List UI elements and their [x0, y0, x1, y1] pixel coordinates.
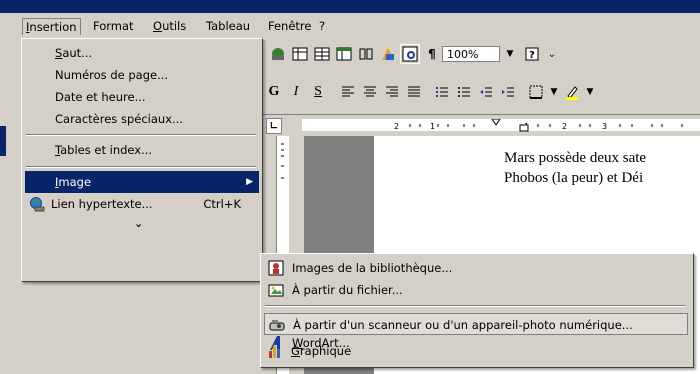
columns-icon[interactable] [356, 44, 376, 64]
svg-text:?: ? [529, 50, 535, 61]
double-chevron-down-icon[interactable]: ⌄ [134, 217, 143, 230]
submenu-arrow-icon: ▶ [246, 177, 253, 187]
tab-selector-icon[interactable]: ∟ [266, 118, 282, 134]
image-submenu: Images de la bibliothèque... À partir du… [260, 253, 694, 368]
picture-file-icon [268, 282, 284, 298]
borders-icon[interactable] [526, 82, 546, 102]
align-left-icon[interactable] [338, 82, 358, 102]
insert-table-icon[interactable] [290, 44, 310, 64]
toolbars: ¶ 100% ▼ ? ⌄ G I S ▼ ▼ [260, 38, 700, 112]
menu-separator [26, 166, 256, 168]
justify-icon[interactable] [404, 82, 424, 102]
menu-item-label: Numéros de page... [55, 68, 169, 82]
document-line-1: Mars possède deux sate [504, 150, 647, 166]
svg-text:3: 3 [602, 122, 607, 131]
underline-button[interactable]: S [308, 82, 328, 102]
highlight-dropdown-icon[interactable]: ▼ [580, 82, 600, 102]
menu-item-label: Image [55, 175, 92, 189]
svg-text:1: 1 [430, 122, 435, 131]
autoshapes-icon [268, 313, 284, 329]
menu-item-caracteres-speciaux[interactable]: Caractères spéciaux... [25, 108, 259, 130]
zoom-field[interactable]: 100% [442, 46, 500, 62]
menu-item-label: Saut... [55, 46, 93, 60]
menu-item-shortcut: Ctrl+K [203, 197, 241, 211]
svg-text:2: 2 [562, 122, 567, 131]
toolbar-options-icon[interactable]: ⌄ [542, 44, 562, 64]
submenu-item-bibliotheque[interactable]: Images de la bibliothèque... [264, 257, 690, 279]
zoom-dropdown-icon[interactable]: ▼ [500, 44, 520, 64]
drawing-icon[interactable] [378, 44, 398, 64]
menu-help[interactable]: ? [316, 18, 328, 34]
submenu-item-fichier[interactable]: À partir du fichier... [264, 279, 690, 301]
menu-item-lien-hypertexte[interactable]: Lien hypertexte... Ctrl+K [25, 193, 259, 215]
submenu-item-formes-automatiques[interactable]: Formes automatiques [264, 310, 690, 332]
submenu-item-label: À partir du fichier... [292, 283, 403, 297]
insertion-menu: Saut... Numéros de page... Date et heure… [21, 38, 263, 282]
svg-text:2: 2 [394, 122, 399, 131]
menu-item-image[interactable]: Image ▶ [25, 171, 259, 193]
bold-button[interactable]: G [264, 82, 284, 102]
decrease-indent-icon[interactable] [476, 82, 496, 102]
italic-button[interactable]: I [286, 82, 306, 102]
highlight-icon[interactable] [562, 82, 582, 102]
menu-fenetre[interactable]: Fenêtre [265, 18, 314, 34]
menu-item-label: Lien hypertexte... [51, 197, 153, 211]
horizontal-ruler[interactable]: ∟ 21123 [262, 114, 700, 137]
bullet-list-icon[interactable] [454, 82, 474, 102]
menu-item-label: Date et heure... [55, 90, 146, 104]
web-globe-icon[interactable] [268, 44, 288, 64]
hyperlink-globe-icon [29, 196, 45, 212]
vertical-ruler-ticks [281, 143, 284, 179]
clipart-icon [268, 260, 284, 276]
borders-dropdown-icon[interactable]: ▼ [544, 82, 564, 102]
title-bar [0, 0, 700, 13]
menu-item-label: Tables et index... [55, 143, 153, 157]
numbered-list-icon[interactable] [432, 82, 452, 102]
menu-format[interactable]: Format [90, 18, 137, 34]
menu-item-tables-et-index[interactable]: Tables et index... [25, 139, 259, 161]
submenu-separator [265, 305, 685, 307]
submenu-item-label: WordArt... [292, 336, 350, 350]
left-window-edge [0, 38, 22, 374]
left-selection-bar [0, 126, 6, 156]
menu-tableau[interactable]: Tableau [203, 18, 253, 34]
submenu-item-wordart[interactable]: WordArt... [264, 332, 690, 354]
excel-sheet-icon[interactable] [334, 44, 354, 64]
submenu-item-label: Images de la bibliothèque... [292, 261, 453, 275]
menu-item-saut[interactable]: Saut... [25, 42, 259, 64]
document-line-2: Phobos (la peur) et Déi [504, 170, 644, 186]
align-right-icon[interactable] [382, 82, 402, 102]
align-center-icon[interactable] [360, 82, 380, 102]
table-grid-icon[interactable] [312, 44, 332, 64]
help-assistant-icon[interactable]: ? [522, 44, 542, 64]
menu-insertion[interactable]: Insertion [22, 18, 81, 35]
ruler-ticks: 21123 [394, 119, 683, 132]
submenu-item-label: Formes automatiques [292, 314, 418, 328]
menu-bar: Insertion Format Outils Tableau Fenêtre … [0, 13, 700, 39]
menu-item-numeros-de-page[interactable]: Numéros de page... [25, 64, 259, 86]
menu-separator [26, 134, 256, 136]
menu-outils[interactable]: Outils [150, 18, 189, 34]
increase-indent-icon[interactable] [498, 82, 518, 102]
wordart-icon [268, 335, 284, 351]
document-map-icon[interactable] [400, 44, 420, 64]
menu-item-label: Caractères spéciaux... [55, 112, 183, 126]
menu-item-date-et-heure[interactable]: Date et heure... [25, 86, 259, 108]
pilcrow-icon[interactable]: ¶ [422, 44, 442, 64]
